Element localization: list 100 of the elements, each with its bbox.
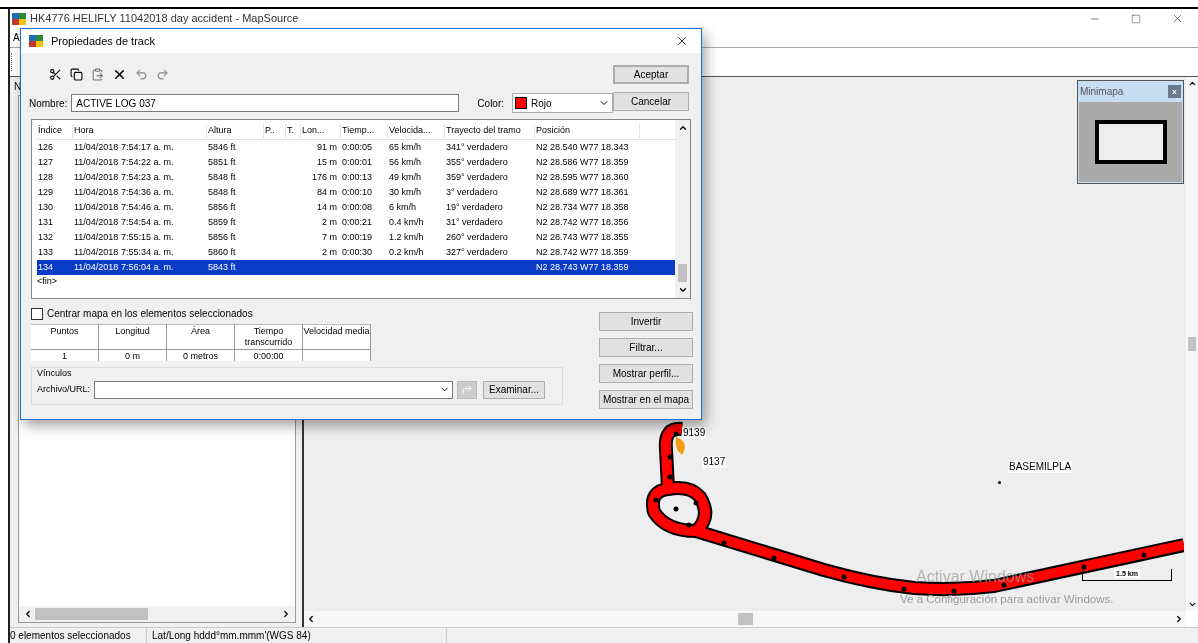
scroll-down-icon[interactable] [1187, 600, 1197, 609]
cut-icon[interactable] [49, 67, 62, 81]
cancel-button[interactable]: Cancelar [613, 92, 689, 111]
table-cell: N2 28.734 W77 18.358 [536, 201, 629, 212]
scroll-right-icon[interactable] [281, 609, 291, 619]
scroll-up-icon[interactable] [1187, 79, 1197, 88]
browse-button[interactable]: Examinar... [483, 380, 546, 399]
window-title: HK4776 HELIFLY 11042018 day accident - MapSource [30, 11, 299, 27]
table-cell: 2 m [322, 216, 337, 227]
table-row[interactable]: 134 11/04/2018 7:56:04 a. m. 5843 ft N2 28.743 W77 18.359 [37, 260, 675, 275]
color-dropdown[interactable]: Rojo [512, 93, 614, 113]
activation-title: Activar Windows [916, 567, 1035, 587]
scroll-thumb[interactable] [737, 613, 753, 625]
panel-tab[interactable]: N [10, 78, 22, 94]
table-cell: 0:00:30 [342, 246, 373, 257]
stats-cell: 0:00:00 [235, 349, 302, 361]
table-cell: 341° verdadero [446, 141, 508, 152]
table-cell: N2 28.743 W77 18.359 [536, 261, 629, 272]
scroll-left-icon[interactable] [23, 609, 33, 619]
close-icon[interactable] [1171, 12, 1184, 25]
list-end-marker: <fin> [37, 275, 58, 288]
action-button[interactable]: Mostrar en el mapa [599, 390, 693, 409]
close-icon[interactable] [675, 34, 689, 48]
map-horizontal-scrollbar[interactable] [304, 611, 1186, 627]
table-cell: N2 28.540 W77 18.343 [536, 141, 629, 152]
map-vertical-scrollbar[interactable] [1186, 77, 1198, 611]
table-cell: 128 [38, 171, 54, 182]
column-header[interactable]: P.. [264, 124, 286, 138]
url-field[interactable] [94, 380, 453, 399]
table-cell: 0:00:05 [342, 141, 373, 152]
column-header[interactable]: Trayecto del tramo [445, 124, 535, 138]
column-header[interactable]: Altura [207, 124, 264, 138]
waypoint-label: BASEMILPLA [1008, 461, 1073, 473]
table-cell: 127 [38, 156, 54, 167]
copy-icon[interactable] [70, 67, 83, 81]
table-cell: 65 km/h [389, 141, 421, 152]
table-cell: 0.2 km/h [389, 246, 424, 257]
status-text: 0 elementos seleccionados [10, 628, 147, 643]
vertical-scrollbar[interactable] [675, 120, 690, 298]
scroll-thumb[interactable] [1188, 337, 1196, 351]
action-button[interactable]: Mostrar perfil... [599, 364, 693, 383]
table-cell: 5843 ft [208, 261, 236, 272]
table-cell: 11/04/2018 7:55:34 a. m. [74, 246, 174, 257]
paste-icon[interactable] [91, 67, 104, 81]
undo-icon[interactable] [135, 67, 148, 81]
column-header[interactable]: Posición [535, 124, 640, 138]
table-cell: 133 [38, 246, 54, 257]
stats-header: Velocidad media [303, 324, 370, 349]
action-button[interactable]: Filtrar... [599, 338, 693, 357]
column-header[interactable]: T. [286, 124, 301, 138]
name-field[interactable]: ACTIVE LOG 037 [71, 94, 460, 112]
scroll-down-icon[interactable] [677, 285, 688, 295]
column-header[interactable]: Lon... [301, 124, 341, 138]
table-cell: 134 [38, 261, 54, 272]
minimap-viewport[interactable] [1094, 120, 1167, 164]
redo-icon[interactable] [156, 67, 169, 81]
column-header[interactable]: Velocida... [388, 124, 445, 138]
scroll-thumb[interactable] [35, 608, 148, 620]
scroll-up-icon[interactable] [677, 123, 688, 133]
waypoint-label: 9139 [682, 427, 707, 439]
stats-header: Tiempo transcurrido [235, 324, 302, 349]
stats-header: Puntos [31, 324, 98, 349]
table-cell: 0:00:19 [342, 231, 373, 242]
color-label: Color: [477, 96, 505, 111]
maximize-icon[interactable] [1131, 13, 1141, 24]
table-cell: 130 [38, 201, 54, 212]
scroll-left-icon[interactable] [306, 614, 316, 624]
table-cell: 126 [38, 141, 54, 152]
table-cell: 11/04/2018 7:56:04 a. m. [74, 261, 174, 272]
menu-item[interactable]: A [10, 30, 20, 45]
table-cell: 15 m [317, 156, 337, 167]
column-header[interactable]: Hora [73, 124, 207, 138]
table-cell: 5848 ft [208, 186, 236, 197]
table-cell: 19° verdadero [446, 201, 503, 212]
table-cell: 91 m [317, 141, 337, 152]
activation-message: Ve a Configuración para activar Windows. [900, 592, 1114, 607]
table-cell: N2 28.689 W77 18.361 [536, 186, 629, 197]
table-cell: 6 km/h [389, 201, 416, 212]
table-cell: 132 [38, 231, 54, 242]
table-cell: 5859 ft [208, 216, 236, 227]
column-header[interactable]: Índice [37, 124, 73, 138]
scroll-thumb[interactable] [678, 264, 687, 282]
table-cell: 0:00:01 [342, 156, 373, 167]
column-header[interactable]: Tiemp... [341, 124, 388, 138]
checkbox[interactable] [31, 307, 43, 320]
horizontal-scrollbar[interactable] [19, 606, 295, 622]
table-cell: 0:00:08 [342, 201, 373, 212]
table-cell: 0:00:21 [342, 216, 373, 227]
action-button[interactable]: Invertir [599, 312, 693, 331]
checkbox-label: Centrar mapa en los elementos seleccionados [47, 307, 253, 321]
table-cell: 31° verdadero [446, 216, 503, 227]
table-cell: 359° verdadero [446, 171, 508, 182]
table-cell: N2 28.742 W77 18.359 [536, 246, 629, 257]
table-cell: N2 28.742 W77 18.356 [536, 216, 629, 227]
table-cell: 355° verdadero [446, 156, 508, 167]
scroll-right-icon[interactable] [1174, 614, 1184, 624]
table-cell: 2 m [322, 246, 337, 257]
minimap-close-button[interactable]: x [1168, 84, 1181, 98]
table-cell: N2 28.586 W77 18.359 [536, 156, 629, 167]
accept-button[interactable]: Aceptar [613, 65, 689, 84]
